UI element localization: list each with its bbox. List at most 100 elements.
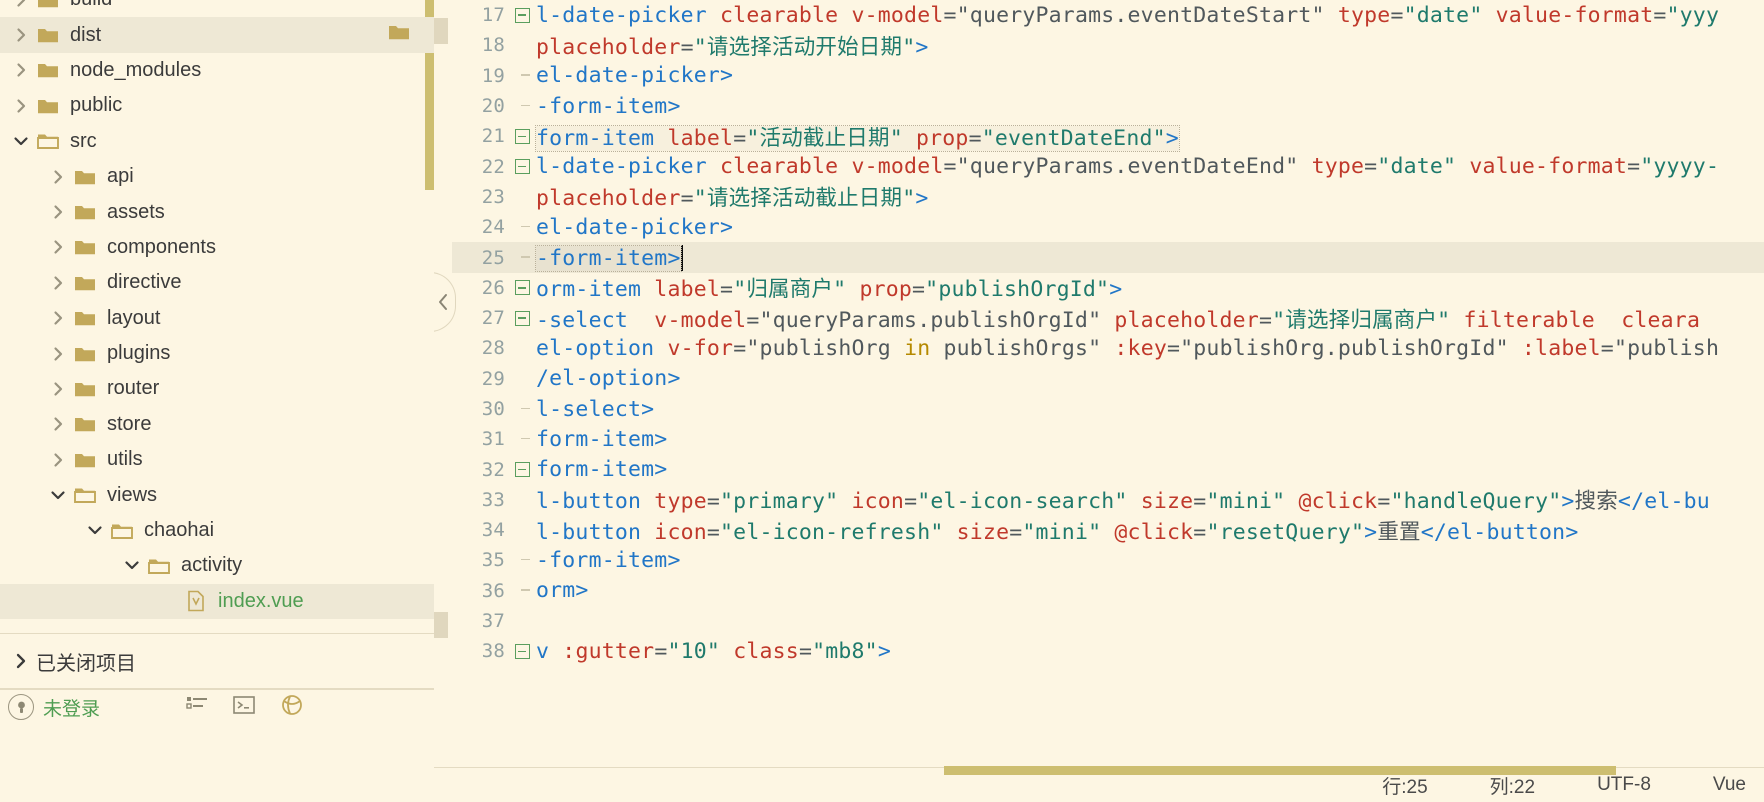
fold-collapse-icon[interactable]: [510, 643, 534, 659]
code-line-32[interactable]: 32 form-item>: [452, 454, 1764, 484]
folder-icon: [34, 61, 62, 79]
tree-item-plugins[interactable]: plugins: [0, 336, 434, 371]
code-text: l-button icon="el-icon-refresh" size="mi…: [536, 519, 1579, 545]
code-line-17[interactable]: 17 l-date-picker clearable v-model="query…: [452, 0, 1764, 30]
code-line-20[interactable]: 20 -form-item>: [452, 91, 1764, 121]
chevron-right-icon[interactable]: [45, 274, 71, 292]
code-text: -form-item>: [536, 93, 681, 119]
code-line-22[interactable]: 22 l-date-picker clearable v-model="query…: [452, 151, 1764, 181]
terminal-icon[interactable]: [233, 695, 255, 720]
tree-item-label: build: [70, 0, 112, 11]
fold-collapse-icon[interactable]: [510, 7, 534, 23]
tree-item-public[interactable]: public: [0, 88, 434, 123]
code-line-28[interactable]: 28 el-option v-for="publishOrg in publish…: [452, 333, 1764, 363]
chevron-right-icon[interactable]: [8, 61, 34, 79]
folder-badge-icon[interactable]: [388, 23, 410, 47]
chevron-down-icon[interactable]: [82, 524, 108, 537]
caret-line-indicator[interactable]: 行:25: [1382, 772, 1427, 799]
code-line-30[interactable]: 30 l-select>: [452, 394, 1764, 424]
code-line-38[interactable]: 38 v :gutter="10" class="mb8">: [452, 636, 1764, 666]
code-line-31[interactable]: 31 form-item>: [452, 424, 1764, 454]
code-text: l-date-picker clearable v-model="queryPa…: [536, 2, 1720, 28]
code-line-34[interactable]: 34 l-button icon="el-icon-refresh" size="…: [452, 515, 1764, 545]
chevron-right-icon[interactable]: [8, 97, 34, 115]
tree-item-dist[interactable]: dist: [0, 17, 434, 53]
code-line-27[interactable]: 27 -select v-model="queryParams.publishOr…: [452, 303, 1764, 333]
tree-item-src[interactable]: src: [0, 124, 434, 159]
tree-item-chaohai[interactable]: chaohai: [0, 513, 434, 548]
language-indicator[interactable]: Vue: [1713, 774, 1746, 796]
globe-icon[interactable]: [280, 694, 304, 721]
code-text: el-date-picker>: [536, 214, 734, 240]
project-file-tree[interactable]: build dist node_modulespublic src api assets c…: [0, 0, 434, 633]
fold-collapse-icon[interactable]: [510, 280, 534, 296]
code-line-18[interactable]: 18 placeholder="请选择活动开始日期">: [452, 30, 1764, 60]
code-text: l-button type="primary" icon="el-icon-se…: [536, 489, 1710, 515]
line-number: 23: [481, 185, 505, 208]
account-status[interactable]: 未登录: [8, 694, 100, 721]
chevron-right-icon[interactable]: [45, 415, 71, 433]
code-line-36[interactable]: 36 orm>: [452, 576, 1764, 606]
code-line-29[interactable]: 29/el-option>: [452, 364, 1764, 394]
tree-item-router[interactable]: router: [0, 371, 434, 406]
tree-item-directive[interactable]: directive: [0, 265, 434, 300]
chevron-right-icon[interactable]: [45, 451, 71, 469]
tree-item-label: public: [70, 94, 123, 117]
code-line-33[interactable]: 33 l-button type="primary" icon="el-icon-…: [452, 485, 1764, 515]
code-line-19[interactable]: 19 el-date-picker>: [452, 61, 1764, 91]
chevron-right-icon[interactable]: [45, 238, 71, 256]
tree-item-assets[interactable]: assets: [0, 194, 434, 229]
tree-item-index-vue[interactable]: index.vue: [0, 583, 434, 620]
chevron-down-icon[interactable]: [8, 135, 34, 148]
code-lines-container[interactable]: 17 l-date-picker clearable v-model="query…: [452, 0, 1764, 802]
code-line-21[interactable]: 21 form-item label="活动截止日期" prop="eventDa…: [452, 121, 1764, 152]
code-line-37[interactable]: 37: [452, 606, 1764, 636]
chevron-right-icon[interactable]: [45, 309, 71, 327]
tree-item-components[interactable]: components: [0, 230, 434, 265]
code-line-25[interactable]: 25 -form-item>: [452, 242, 1764, 273]
chevron-right-icon[interactable]: [8, 0, 34, 9]
line-number: 25: [481, 246, 505, 269]
line-number: 17: [481, 4, 505, 27]
chevron-right-icon[interactable]: [45, 380, 71, 398]
folder-icon: [34, 97, 62, 115]
tree-item-views[interactable]: views: [0, 477, 434, 512]
tree-item-node-modules[interactable]: node_modules: [0, 53, 434, 88]
closed-projects-section[interactable]: 已关闭项目: [0, 633, 434, 689]
chevron-right-icon[interactable]: [45, 203, 71, 221]
code-line-26[interactable]: 26 orm-item label="归属商户" prop="publishOrg…: [452, 273, 1764, 303]
chevron-right-icon[interactable]: [45, 168, 71, 186]
tree-item-label: src: [70, 129, 97, 152]
todo-list-icon[interactable]: [186, 695, 208, 720]
caret-column-indicator[interactable]: 列:22: [1490, 772, 1535, 799]
code-line-23[interactable]: 23 placeholder="请选择活动截止日期">: [452, 182, 1764, 212]
chevron-right-icon[interactable]: [45, 345, 71, 363]
encoding-indicator[interactable]: UTF-8: [1597, 774, 1651, 796]
code-line-24[interactable]: 24 el-date-picker>: [452, 212, 1764, 242]
change-marker: [434, 612, 448, 638]
fold-collapse-icon[interactable]: [510, 310, 534, 326]
fold-collapse-icon[interactable]: [510, 128, 534, 144]
tree-item-label: activity: [181, 554, 243, 577]
code-text: l-date-picker clearable v-model="queryPa…: [536, 154, 1720, 180]
folder-open-icon: [34, 132, 62, 150]
chevron-down-icon[interactable]: [119, 559, 145, 572]
code-editor[interactable]: 17 l-date-picker clearable v-model="query…: [434, 0, 1764, 802]
tree-item-activity[interactable]: activity: [0, 548, 434, 583]
tree-item-label: assets: [107, 200, 165, 223]
tree-item-api[interactable]: api: [0, 159, 434, 194]
tree-item-utils[interactable]: utils: [0, 442, 434, 477]
fold-collapse-icon[interactable]: [510, 462, 534, 478]
chevron-right-icon[interactable]: [8, 26, 34, 44]
tree-item-store[interactable]: store: [0, 407, 434, 442]
line-number: 30: [481, 398, 505, 420]
line-number: 31: [481, 428, 505, 451]
code-line-35[interactable]: 35 -form-item>: [452, 545, 1764, 575]
editor-horizontal-scrollbar[interactable]: [944, 766, 1616, 775]
chevron-down-icon[interactable]: [45, 489, 71, 502]
fold-collapse-icon[interactable]: [510, 159, 534, 175]
line-number: 37: [481, 610, 505, 633]
tree-item-label: layout: [107, 306, 161, 329]
tree-item-build[interactable]: build: [0, 0, 434, 17]
tree-item-layout[interactable]: layout: [0, 301, 434, 336]
